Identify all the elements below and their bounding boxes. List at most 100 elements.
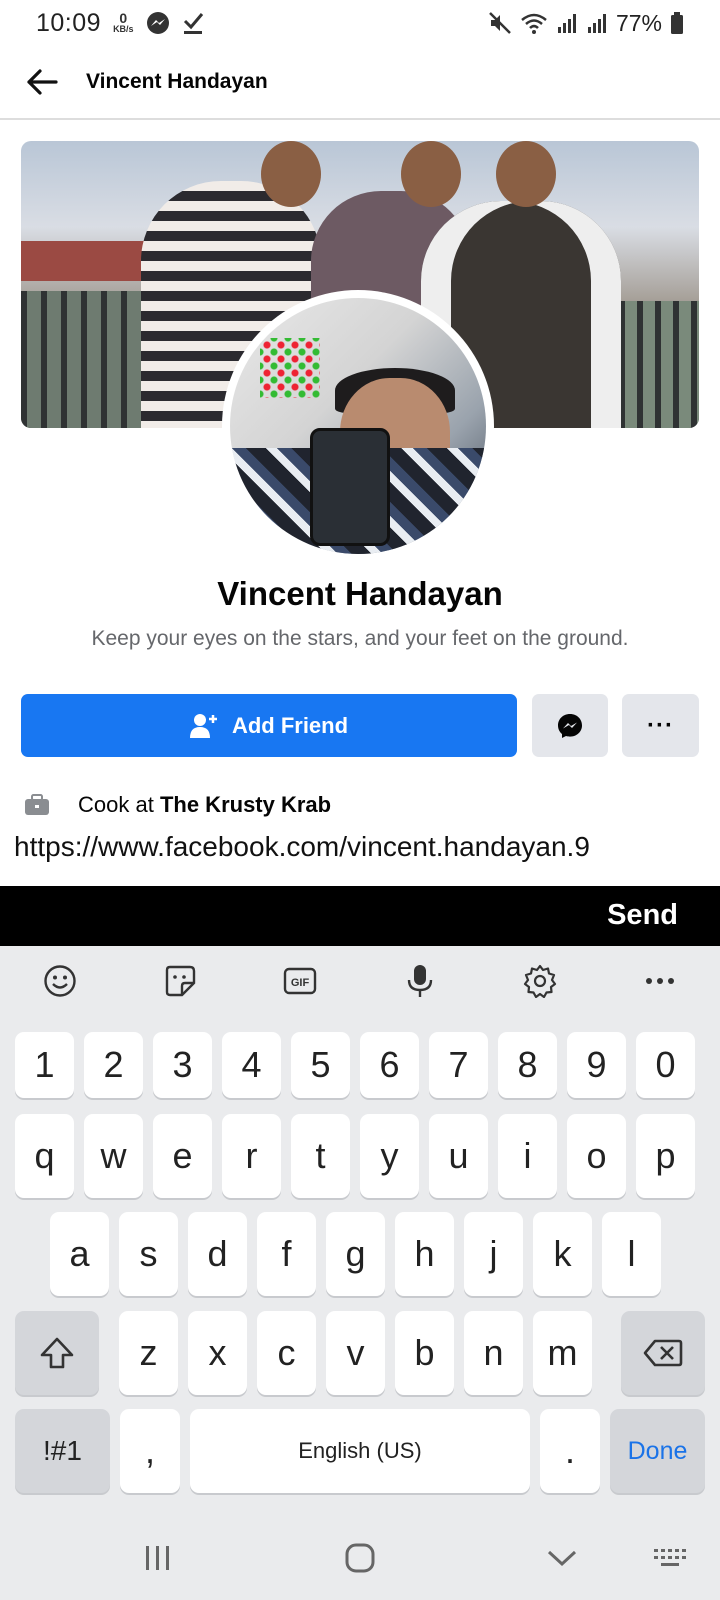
key-e[interactable]: e bbox=[153, 1114, 212, 1198]
key-a[interactable]: a bbox=[50, 1212, 109, 1296]
key-n[interactable]: n bbox=[464, 1311, 523, 1395]
emoji-button[interactable] bbox=[35, 956, 85, 1006]
cover-photo-head bbox=[401, 141, 461, 207]
key-l[interactable]: l bbox=[602, 1212, 661, 1296]
key-8[interactable]: 8 bbox=[498, 1032, 557, 1098]
more-options-button[interactable]: ··· bbox=[622, 694, 699, 757]
voice-input-button[interactable] bbox=[395, 956, 445, 1006]
battery-icon bbox=[671, 12, 683, 34]
hide-keyboard-button[interactable] bbox=[532, 1538, 592, 1578]
key-5[interactable]: 5 bbox=[291, 1032, 350, 1098]
key-3[interactable]: 3 bbox=[153, 1032, 212, 1098]
symbols-key[interactable]: !#1 bbox=[15, 1409, 110, 1493]
key-p[interactable]: p bbox=[636, 1114, 695, 1198]
key-4[interactable]: 4 bbox=[222, 1032, 281, 1098]
backspace-icon bbox=[643, 1339, 683, 1367]
recent-apps-button[interactable] bbox=[128, 1538, 188, 1578]
message-button[interactable] bbox=[532, 694, 608, 757]
add-friend-button[interactable]: Add Friend bbox=[21, 694, 517, 757]
key-h[interactable]: h bbox=[395, 1212, 454, 1296]
gif-label: GIF bbox=[291, 977, 310, 989]
signal-icon-2 bbox=[587, 14, 606, 33]
mute-icon bbox=[489, 12, 511, 34]
key-y[interactable]: y bbox=[360, 1114, 419, 1198]
network-speed: 0 KB/s bbox=[113, 11, 134, 34]
key-f[interactable]: f bbox=[257, 1212, 316, 1296]
period-key[interactable]: . bbox=[540, 1409, 600, 1493]
mic-icon bbox=[407, 965, 433, 997]
key-v[interactable]: v bbox=[326, 1311, 385, 1395]
wifi-icon bbox=[521, 13, 547, 34]
work-place: The Krusty Krab bbox=[159, 792, 332, 817]
key-t[interactable]: t bbox=[291, 1114, 350, 1198]
cover-photo-head bbox=[261, 141, 321, 207]
space-key[interactable]: English (US) bbox=[190, 1409, 530, 1493]
emoji-icon bbox=[44, 965, 76, 997]
system-nav-bar bbox=[0, 1516, 720, 1600]
send-bar: Send bbox=[0, 886, 720, 946]
key-b[interactable]: b bbox=[395, 1311, 454, 1395]
done-key[interactable]: Done bbox=[610, 1409, 705, 1493]
back-button[interactable] bbox=[22, 62, 62, 102]
home-button[interactable] bbox=[330, 1538, 390, 1578]
key-w[interactable]: w bbox=[84, 1114, 143, 1198]
add-friend-icon bbox=[189, 713, 217, 738]
add-friend-label: Add Friend bbox=[231, 712, 349, 738]
key-c[interactable]: c bbox=[257, 1311, 316, 1395]
chevron-down-icon bbox=[547, 1550, 577, 1567]
sticker-button[interactable] bbox=[155, 956, 205, 1006]
profile-avatar[interactable] bbox=[222, 290, 494, 562]
key-m[interactable]: m bbox=[533, 1311, 592, 1395]
keyboard-toolbar: GIF bbox=[0, 946, 720, 1016]
key-7[interactable]: 7 bbox=[429, 1032, 488, 1098]
shift-key[interactable] bbox=[15, 1311, 99, 1395]
avatar-phone bbox=[310, 428, 390, 546]
key-q[interactable]: q bbox=[15, 1114, 74, 1198]
signal-icon-1 bbox=[557, 14, 576, 33]
gif-icon: GIF bbox=[283, 967, 317, 995]
recent-apps-icon bbox=[146, 1546, 169, 1570]
page-title: Vincent Handayan bbox=[86, 70, 268, 93]
key-i[interactable]: i bbox=[498, 1114, 557, 1198]
download-done-icon bbox=[183, 13, 203, 34]
more-icon bbox=[646, 978, 674, 984]
avatar-background-pattern bbox=[260, 338, 320, 398]
key-x[interactable]: x bbox=[188, 1311, 247, 1395]
network-speed-unit: KB/s bbox=[113, 24, 134, 34]
key-r[interactable]: r bbox=[222, 1114, 281, 1198]
cover-photo-head bbox=[496, 141, 556, 207]
home-icon bbox=[345, 1543, 375, 1573]
key-2[interactable]: 2 bbox=[84, 1032, 143, 1098]
key-6[interactable]: 6 bbox=[360, 1032, 419, 1098]
key-s[interactable]: s bbox=[119, 1212, 178, 1296]
key-k[interactable]: k bbox=[533, 1212, 592, 1296]
keyboard-more-button[interactable] bbox=[635, 956, 685, 1006]
key-9[interactable]: 9 bbox=[567, 1032, 626, 1098]
key-d[interactable]: d bbox=[188, 1212, 247, 1296]
profile-url[interactable]: https://www.facebook.com/vincent.handaya… bbox=[14, 831, 590, 863]
key-u[interactable]: u bbox=[429, 1114, 488, 1198]
profile-bio: Keep your eyes on the stars, and your fe… bbox=[91, 627, 629, 650]
briefcase-icon bbox=[25, 794, 49, 815]
keyboard-switch-button[interactable] bbox=[640, 1538, 700, 1578]
keyboard-icon bbox=[654, 1549, 686, 1566]
backspace-key[interactable] bbox=[621, 1311, 705, 1395]
shift-icon bbox=[40, 1337, 74, 1369]
comma-key[interactable]: , bbox=[120, 1409, 180, 1493]
key-1[interactable]: 1 bbox=[15, 1032, 74, 1098]
settings-icon bbox=[523, 964, 557, 998]
status-time: 10:09 bbox=[36, 8, 102, 37]
work-text: Cook at The Krusty Krab bbox=[78, 792, 331, 818]
key-g[interactable]: g bbox=[326, 1212, 385, 1296]
keyboard-settings-button[interactable] bbox=[515, 956, 565, 1006]
key-j[interactable]: j bbox=[464, 1212, 523, 1296]
profile-name: Vincent Handayan bbox=[217, 575, 503, 612]
status-bar: 10:09 0 KB/s 77% bbox=[0, 0, 720, 46]
key-0[interactable]: 0 bbox=[636, 1032, 695, 1098]
key-o[interactable]: o bbox=[567, 1114, 626, 1198]
gif-button[interactable]: GIF bbox=[275, 956, 325, 1006]
profile-avatar-image bbox=[230, 298, 486, 554]
send-button[interactable]: Send bbox=[607, 899, 678, 932]
key-z[interactable]: z bbox=[119, 1311, 178, 1395]
more-options-label: ··· bbox=[647, 711, 674, 739]
